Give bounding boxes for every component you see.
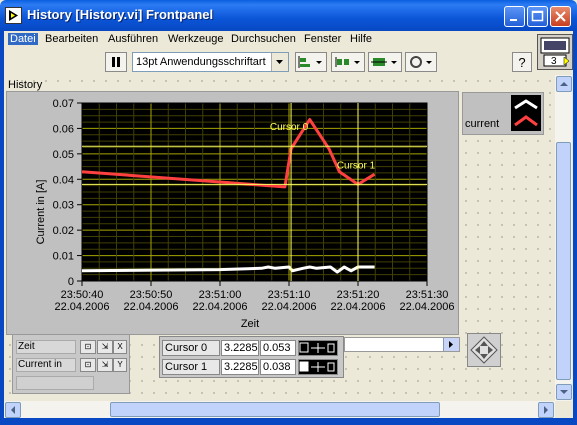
x-tick-time: 23:50:50 <box>130 289 173 301</box>
maximize-button[interactable] <box>527 6 548 27</box>
close-button[interactable] <box>550 6 571 27</box>
chevron-right-icon[interactable] <box>443 338 459 351</box>
pause-button[interactable] <box>105 52 127 72</box>
autoscale-x-button[interactable]: ⇲ <box>97 340 113 354</box>
menu-bar: Datei Bearbeiten Ausführen Werkzeuge Dur… <box>4 31 535 49</box>
y-axis-label: Current in [A] <box>35 180 47 245</box>
scroll-down-button[interactable] <box>556 384 572 400</box>
horizontal-scroll-thumb[interactable] <box>110 402 440 417</box>
x-tick-date: 22.04.2006 <box>399 301 454 313</box>
x-tick-date: 22.04.2006 <box>54 301 109 313</box>
window-border-right <box>573 31 577 425</box>
scroll-up-button[interactable] <box>556 76 572 92</box>
y-tick-label: 0.04 <box>53 174 74 186</box>
font-select[interactable]: 13pt Anwendungsschriftart <box>132 52 289 72</box>
x-tick-time: 23:51:20 <box>337 289 380 301</box>
menu-ausfuehren[interactable]: Ausführen <box>108 33 158 45</box>
scale-lock-y-button[interactable]: ⊡ <box>80 358 96 372</box>
window-title: History [History.vi] Frontpanel <box>27 7 214 22</box>
format-x-button[interactable]: X <box>113 340 127 354</box>
y-tick-label: 0.06 <box>53 123 74 135</box>
x-tick-time: 23:51:10 <box>268 289 311 301</box>
menu-fenster[interactable]: Fenster <box>304 33 341 45</box>
legend-swatch-white <box>514 99 538 110</box>
cursor-1-name[interactable]: Cursor 1 <box>162 359 220 375</box>
scroll-left-button[interactable] <box>5 402 21 418</box>
history-chart[interactable]: 00.010.020.030.040.050.060.07 23:50:4022… <box>6 91 459 335</box>
graph-label: History <box>8 79 43 91</box>
cursor-0-x: 3.2285 <box>221 340 259 356</box>
x-tick-date: 22.04.2006 <box>330 301 385 313</box>
help-glyph: ? <box>518 55 525 70</box>
distribute-objects-button[interactable] <box>331 52 365 72</box>
menu-werkzeuge[interactable]: Werkzeuge <box>168 33 223 45</box>
graph-palette-pan-tool[interactable] <box>467 333 501 367</box>
y-tick-label: 0 <box>68 276 74 288</box>
connector-pane-icon[interactable]: 3 <box>537 34 573 70</box>
minimize-button[interactable] <box>504 6 525 27</box>
y-tick-label: 0.02 <box>53 225 74 237</box>
font-select-value: 13pt Anwendungsschriftart <box>136 56 266 68</box>
plot-legend[interactable]: current <box>462 92 544 135</box>
connector-count: 3 <box>551 56 557 67</box>
scale-name-y: Current in <box>16 358 76 372</box>
chevron-down-icon[interactable] <box>271 53 288 71</box>
align-objects-button[interactable] <box>295 52 327 72</box>
legend-swatch-box <box>511 95 541 131</box>
x-tick-time: 23:51:00 <box>199 289 242 301</box>
x-tick-date: 22.04.2006 <box>192 301 247 313</box>
cursor-label: Cursor 1 <box>337 160 376 171</box>
x-tick-date: 22.04.2006 <box>261 301 316 313</box>
scale-legend: Zeit ⊡ ⇲ X Current in ⊡ ⇲ Y <box>12 334 130 394</box>
y-axis-ticks: 0 0.01 0.02 0.03 0.04 0.05 0.06 0.07 <box>53 98 82 288</box>
y-tick-label: 0.05 <box>53 149 74 161</box>
x-axis-label: Zeit <box>241 318 259 330</box>
menu-datei[interactable]: Datei <box>8 33 38 45</box>
y-tick-label: 0.07 <box>53 98 74 110</box>
cursor-0-controls[interactable] <box>298 340 338 356</box>
cursor-1-y: 0.038 <box>260 359 296 375</box>
cursor-0-y: 0.053 <box>260 340 296 356</box>
cursor-legend-scrollbar[interactable] <box>344 337 460 352</box>
cursor-1-controls[interactable] <box>298 359 338 375</box>
vertical-scroll-thumb[interactable] <box>556 142 571 380</box>
scale-extra-row <box>16 376 94 390</box>
x-tick-date: 22.04.2006 <box>123 301 178 313</box>
scale-name-x: Zeit <box>16 340 76 354</box>
grid-lines <box>81 102 428 282</box>
scale-lock-x-button[interactable]: ⊡ <box>80 340 96 354</box>
resize-objects-button[interactable] <box>368 52 402 72</box>
x-tick-time: 23:50:40 <box>61 289 104 301</box>
x-axis-ticks: 23:50:4022.04.200623:50:5022.04.200623:5… <box>54 281 455 313</box>
menu-hilfe[interactable]: Hilfe <box>350 33 372 45</box>
window-border-bottom <box>0 418 577 425</box>
reorder-button[interactable] <box>405 52 437 72</box>
y-tick-label: 0.03 <box>53 200 74 212</box>
menu-bearbeiten[interactable]: Bearbeiten <box>45 33 98 45</box>
cursor-legend[interactable]: Cursor 0 3.2285 0.053 Cursor 1 3.2285 0.… <box>159 336 344 378</box>
labview-vi-icon[interactable] <box>5 7 22 24</box>
autoscale-y-button[interactable]: ⇲ <box>97 358 113 372</box>
x-tick-time: 23:51:30 <box>406 289 449 301</box>
scroll-right-button[interactable] <box>538 402 554 418</box>
format-y-button[interactable]: Y <box>113 358 127 372</box>
cursor-1-x: 3.2285 <box>221 359 259 375</box>
y-tick-label: 0.01 <box>53 251 74 263</box>
context-help-button[interactable]: ? <box>512 52 532 72</box>
legend-swatch-current <box>514 115 538 127</box>
menu-durchsuchen[interactable]: Durchsuchen <box>231 33 296 45</box>
legend-label-current: current <box>465 118 500 130</box>
cursor-0-name[interactable]: Cursor 0 <box>162 340 220 356</box>
cursor-label: Cursor 0 <box>270 122 309 133</box>
